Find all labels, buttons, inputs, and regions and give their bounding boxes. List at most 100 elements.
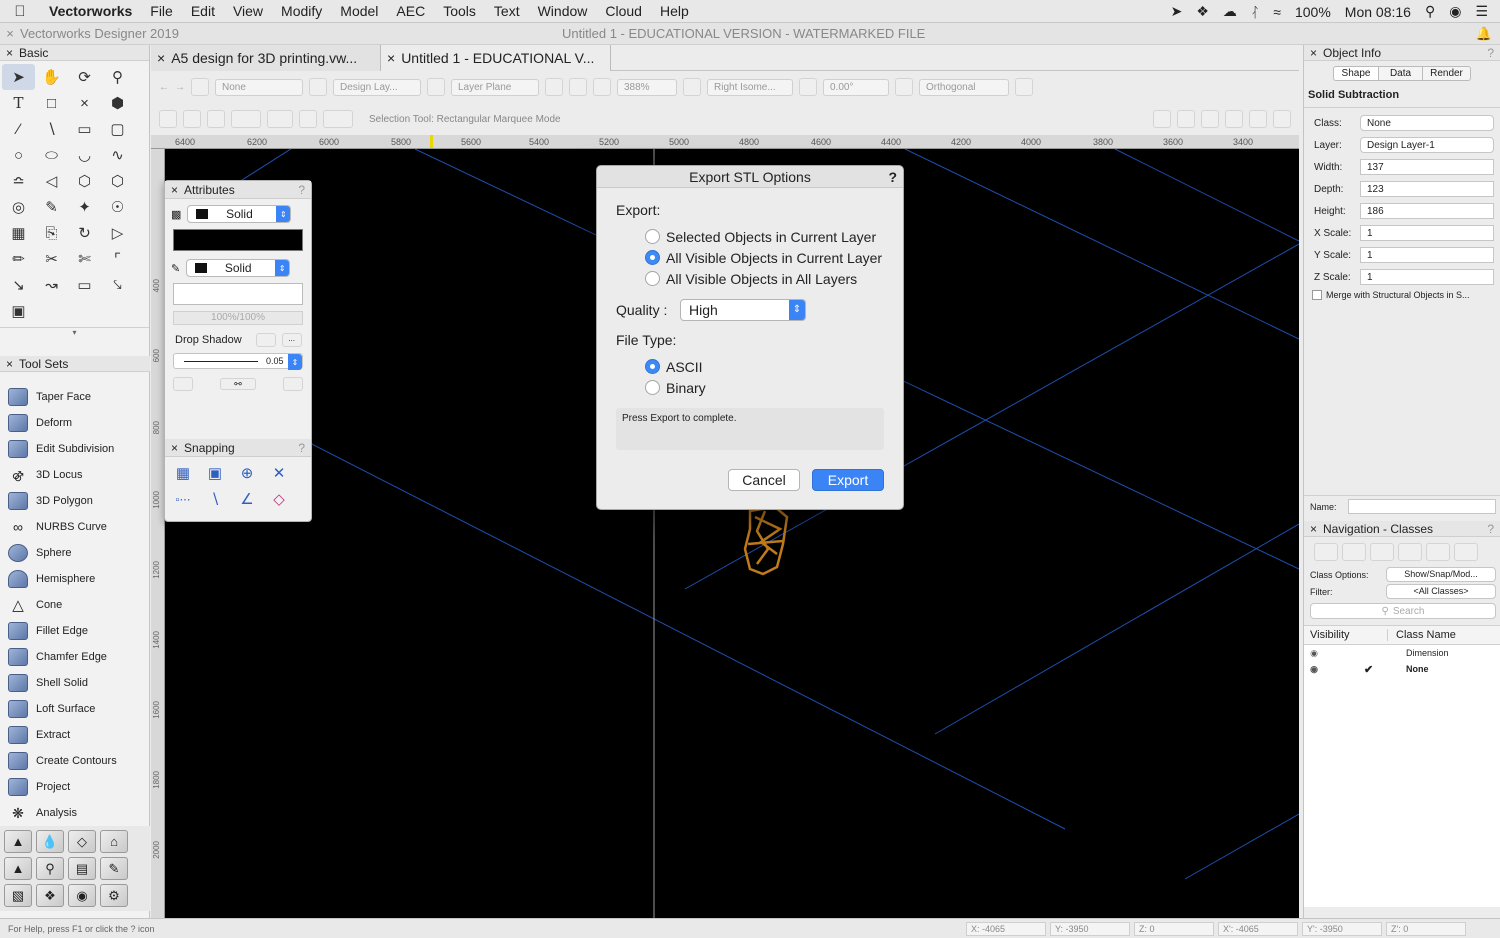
tool-analysis[interactable]: ❋ Analysis bbox=[0, 800, 150, 826]
line-tool-icon[interactable]: ∕ bbox=[2, 116, 35, 142]
marquee-mode-icon[interactable] bbox=[183, 110, 201, 128]
menu-cloud[interactable]: Cloud bbox=[596, 3, 651, 19]
close-icon[interactable]: × bbox=[1310, 522, 1317, 536]
quality-select[interactable]: High ⇕ bbox=[680, 299, 806, 321]
house-toolset-icon[interactable]: ⌂ bbox=[100, 830, 128, 853]
close-icon[interactable]: × bbox=[6, 357, 13, 371]
radio-ascii[interactable]: ASCII bbox=[645, 356, 706, 377]
smart-points-icon[interactable]: ▫⋯ bbox=[167, 486, 199, 512]
radio-button[interactable] bbox=[645, 229, 660, 244]
close-icon[interactable]: × bbox=[171, 441, 178, 455]
sofa-toolset-icon[interactable]: ▧ bbox=[4, 884, 32, 907]
radio-binary[interactable]: Binary bbox=[645, 377, 706, 398]
plane-icon[interactable] bbox=[427, 78, 445, 96]
tool-cone[interactable]: △ Cone bbox=[0, 592, 150, 618]
lasso-mode-icon[interactable] bbox=[207, 110, 225, 128]
menu-edit[interactable]: Edit bbox=[182, 3, 224, 19]
sheet-layers-mode-icon[interactable] bbox=[1370, 543, 1394, 561]
rounded-rectangle-tool-icon[interactable]: ▢ bbox=[101, 116, 134, 142]
back-arrow-icon[interactable]: ← bbox=[159, 82, 169, 93]
menu-modify[interactable]: Modify bbox=[272, 3, 331, 19]
modeling-3d-toolset-icon[interactable]: ❖ bbox=[36, 884, 64, 907]
visible-eye-icon[interactable]: ◉ bbox=[1304, 648, 1324, 659]
fill-preview[interactable] bbox=[173, 229, 303, 251]
shield-icon[interactable] bbox=[1225, 110, 1243, 128]
table-row[interactable]: ◉ Dimension bbox=[1304, 645, 1500, 661]
tool-loft-surface[interactable]: Loft Surface bbox=[0, 696, 150, 722]
visibility-column-header[interactable]: Visibility bbox=[1304, 629, 1388, 641]
help-icon[interactable]: ? bbox=[298, 183, 305, 197]
y-scale-input[interactable]: 1 bbox=[1360, 247, 1494, 263]
tool-project[interactable]: Project bbox=[0, 774, 150, 800]
connect-tool-icon[interactable]: ⤥ bbox=[101, 272, 134, 298]
oval-tool-icon[interactable]: ⬭ bbox=[35, 142, 68, 168]
tool-deform[interactable]: Deform bbox=[0, 410, 150, 436]
polygon-marquee-icon[interactable] bbox=[299, 110, 317, 128]
tool-hemisphere[interactable]: Hemisphere bbox=[0, 566, 150, 592]
search-field[interactable]: ⚲ Search bbox=[1310, 603, 1496, 619]
selection-mode-icon[interactable] bbox=[159, 110, 177, 128]
tool-shell-solid[interactable]: Shell Solid bbox=[0, 670, 150, 696]
tab-shape[interactable]: Shape bbox=[1333, 66, 1379, 81]
smart-edge-icon[interactable]: ∖ bbox=[199, 486, 231, 512]
3d-printed-object[interactable] bbox=[743, 505, 789, 576]
snap-to-tangent-icon[interactable]: ∠ bbox=[231, 486, 263, 512]
basic-expand-arrow[interactable]: ▾ bbox=[0, 327, 149, 337]
dropbox-icon[interactable]: ❖ bbox=[1196, 3, 1209, 20]
radio-button-selected[interactable] bbox=[645, 250, 660, 265]
close-icon[interactable]: × bbox=[1310, 46, 1317, 60]
text-tool-icon[interactable]: T bbox=[2, 90, 35, 116]
layers-mode-icon[interactable] bbox=[1342, 543, 1366, 561]
radio-all-visible-current-layer[interactable]: All Visible Objects in Current Layer bbox=[645, 247, 882, 268]
wand-tool-icon[interactable]: ✦ bbox=[68, 194, 101, 220]
z-scale-input[interactable]: 1 bbox=[1360, 269, 1494, 285]
snap-to-angle-icon[interactable]: ⊕ bbox=[231, 460, 263, 486]
tool-nurbs-curve[interactable]: ∞ NURBS Curve bbox=[0, 514, 150, 540]
snap-to-intersection-icon[interactable]: ✕ bbox=[263, 460, 295, 486]
tool-chamfer-edge[interactable]: Chamfer Edge bbox=[0, 644, 150, 670]
close-window-icon[interactable]: × bbox=[0, 26, 20, 41]
drop-shadow-options-button[interactable]: ... bbox=[281, 333, 302, 347]
class-select[interactable]: None bbox=[215, 78, 303, 96]
fill-style-select[interactable]: Solid ⇕ bbox=[187, 205, 292, 223]
angle-icon[interactable] bbox=[799, 78, 817, 96]
flyover-tool-icon[interactable]: ⟳ bbox=[68, 64, 101, 90]
close-tab-icon[interactable]: × bbox=[157, 50, 165, 66]
tool-edit-subdivision[interactable]: Edit Subdivision bbox=[0, 436, 150, 462]
clip-tool-icon[interactable]: ✄ bbox=[68, 246, 101, 272]
furniture-toolset-icon[interactable]: ▤ bbox=[68, 857, 96, 880]
line-weight-select[interactable]: 0.05 ⇕ bbox=[173, 353, 303, 370]
close-tab-icon[interactable]: × bbox=[387, 50, 395, 66]
bezier-tool-icon[interactable]: ▣ bbox=[2, 298, 35, 324]
polygon-tool-icon[interactable]: ◁ bbox=[35, 168, 68, 194]
merge-checkbox[interactable] bbox=[1312, 290, 1322, 300]
close-icon[interactable]: × bbox=[6, 46, 13, 60]
menu-text[interactable]: Text bbox=[485, 3, 529, 19]
radio-button[interactable] bbox=[645, 380, 660, 395]
machine-design-toolset-icon[interactable]: ⚙ bbox=[100, 884, 128, 907]
polyline-tool-icon[interactable]: ≏ bbox=[2, 168, 35, 194]
double-line-tool-icon[interactable]: ∖ bbox=[35, 116, 68, 142]
menu-window[interactable]: Window bbox=[529, 3, 597, 19]
menu-view[interactable]: View bbox=[224, 3, 272, 19]
location-icon[interactable]: ➤ bbox=[1171, 3, 1183, 20]
window-icon[interactable] bbox=[1249, 110, 1267, 128]
gear-icon[interactable] bbox=[1177, 110, 1195, 128]
tool-extract[interactable]: Extract bbox=[0, 722, 150, 748]
menu-aec[interactable]: AEC bbox=[387, 3, 434, 19]
bell-icon[interactable]: 🔔 bbox=[1476, 26, 1492, 42]
building-shell-toolset-icon[interactable]: ◇ bbox=[68, 830, 96, 853]
radio-all-visible-all-layers[interactable]: All Visible Objects in All Layers bbox=[645, 268, 882, 289]
regular-polygon-tool-icon[interactable]: ⬡ bbox=[68, 168, 101, 194]
link-markers-icon[interactable]: ⚯ bbox=[220, 378, 256, 390]
drop-shadow-toggle[interactable] bbox=[255, 333, 276, 347]
depth-input[interactable]: 123 bbox=[1360, 181, 1494, 197]
zoom-icon[interactable] bbox=[593, 78, 611, 96]
siri-icon[interactable]: ◉ bbox=[1449, 3, 1461, 20]
filter-select[interactable]: <All Classes> bbox=[1386, 584, 1496, 599]
tab-untitled-1[interactable]: × Untitled 1 - EDUCATIONAL V... bbox=[381, 45, 611, 71]
help-icon[interactable]: ? bbox=[888, 169, 897, 185]
plane-select[interactable]: Layer Plane bbox=[451, 78, 539, 96]
end-marker-select[interactable] bbox=[283, 377, 303, 391]
rect-marquee-icon[interactable] bbox=[267, 110, 293, 128]
